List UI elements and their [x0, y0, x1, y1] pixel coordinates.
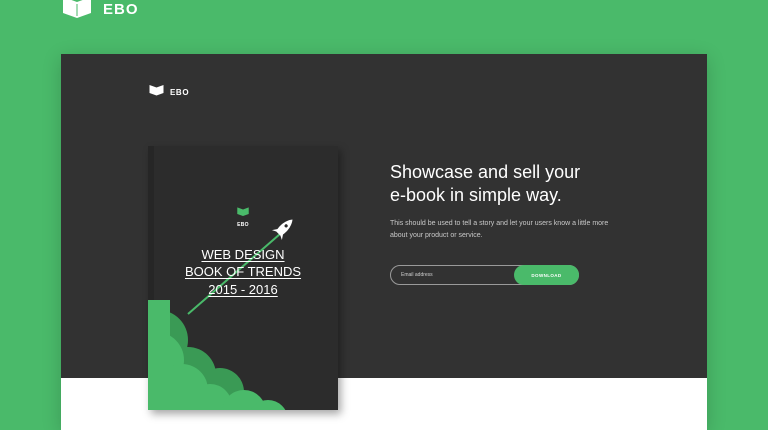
hero-headline-line1: Showcase and sell your [390, 162, 581, 182]
inner-logo[interactable]: EBO [148, 83, 189, 101]
site-logo[interactable]: EBO [60, 0, 139, 22]
hero-headline-line2: e-book in simple way. [390, 185, 562, 205]
book-logo: EBO [232, 203, 254, 228]
hero-card: EBO EBO WEB DESIGN BOOK OF TRENDS 2015 -… [61, 54, 707, 430]
open-book-logo-icon [237, 207, 249, 216]
inner-brand-name: EBO [170, 87, 190, 97]
book-logo-text: EBO [237, 222, 249, 228]
open-book-logo-icon [148, 83, 165, 101]
hero-subtext: This should be used to tell a story and … [390, 220, 609, 239]
book-title: WEB DESIGN BOOK OF TRENDS 2015 - 2016 [148, 246, 338, 299]
book-title-line1: WEB DESIGN [201, 247, 285, 262]
brand-name: EBO [103, 0, 139, 18]
hero-headline: Showcase and sell your e-book in simple … [390, 161, 650, 207]
book-cover: EBO WEB DESIGN BOOK OF TRENDS 2015 - 201… [148, 146, 338, 410]
email-signup-form: DOWNLOAD [390, 265, 579, 285]
download-button[interactable]: DOWNLOAD [514, 265, 579, 285]
book-title-line2: BOOK OF TRENDS [184, 264, 302, 279]
email-field[interactable] [401, 266, 511, 284]
book-title-line3: 2015 - 2016 [208, 282, 278, 297]
open-book-logo-icon [60, 0, 94, 23]
